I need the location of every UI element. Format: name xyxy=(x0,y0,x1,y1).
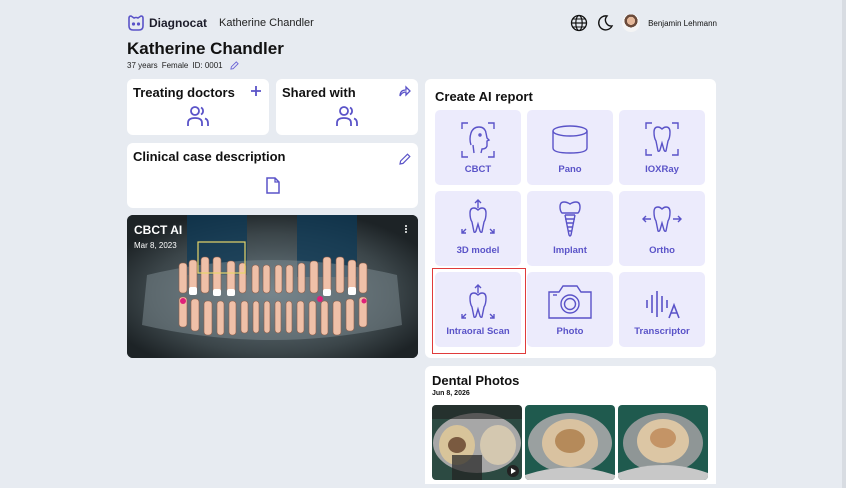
more-options-icon[interactable] xyxy=(402,224,410,234)
patient-gender: Female xyxy=(161,61,189,70)
report-tile-ortho[interactable]: Ortho xyxy=(619,191,705,266)
create-ai-report-title: Create AI report xyxy=(435,89,533,104)
dental-photo-thumbnail[interactable] xyxy=(618,405,708,480)
treating-doctors-title: Treating doctors xyxy=(133,85,235,100)
cbct-face-icon xyxy=(461,122,495,158)
dental-photo-thumbnail[interactable] xyxy=(432,405,522,480)
patient-id: ID: 0001 xyxy=(192,61,223,70)
top-bar: Diagnocat Katherine Chandler Benjamin Le… xyxy=(127,12,717,34)
breadcrumb[interactable]: Katherine Chandler xyxy=(219,17,314,29)
ioxray-tooth-icon xyxy=(645,122,679,156)
avatar[interactable] xyxy=(622,14,641,32)
play-video-icon[interactable] xyxy=(507,465,519,477)
brand-logo[interactable]: Diagnocat xyxy=(127,15,207,31)
3d-model-tooth-icon xyxy=(461,199,495,234)
tile-label: Photo xyxy=(556,326,584,337)
add-doctor-icon[interactable] xyxy=(250,85,262,97)
patient-meta: 37 years Female ID: 0001 xyxy=(127,61,239,70)
shared-with-card[interactable]: Shared with xyxy=(276,79,418,135)
clinical-case-title: Clinical case description xyxy=(133,149,286,164)
report-tile-3d-model[interactable]: 3D model xyxy=(435,191,521,266)
edit-description-icon[interactable] xyxy=(399,153,411,165)
report-tile-ioxray[interactable]: IOXRay xyxy=(619,110,705,185)
patient-age: 37 years xyxy=(127,61,158,70)
dental-photos-title: Dental Photos xyxy=(432,373,520,388)
treating-doctors-card[interactable]: Treating doctors xyxy=(127,79,269,135)
report-tile-cbct[interactable]: CBCT xyxy=(435,110,521,185)
users-icon xyxy=(336,106,358,126)
transcriptor-waveform-icon xyxy=(646,291,680,319)
camera-icon xyxy=(548,285,592,319)
tile-label: 3D model xyxy=(456,245,500,256)
dental-photos-date: Jun 8, 2026 xyxy=(432,390,470,397)
dental-photos-panel: Dental Photos Jun 8, 2026 xyxy=(425,366,716,484)
dental-photo-image xyxy=(525,405,615,480)
tile-label: Ortho xyxy=(649,245,675,256)
edit-patient-icon[interactable] xyxy=(229,61,239,70)
report-tile-transcriptor[interactable]: Transcriptor xyxy=(619,272,705,347)
globe-icon[interactable] xyxy=(570,14,588,32)
clinical-case-card[interactable]: Clinical case description xyxy=(127,143,418,208)
report-tile-implant[interactable]: Implant xyxy=(527,191,613,266)
selection-highlight xyxy=(432,268,526,354)
tile-label: IOXRay xyxy=(645,164,679,175)
cbct-study-card[interactable]: CBCT AI Mar 8, 2023 xyxy=(127,215,418,358)
tile-label: Pano xyxy=(558,164,582,175)
tile-label: Implant xyxy=(553,245,587,256)
tile-label: Transcriptor xyxy=(634,326,690,337)
report-tile-photo[interactable]: Photo xyxy=(527,272,613,347)
moon-icon[interactable] xyxy=(596,14,614,32)
report-tile-pano[interactable]: Pano xyxy=(527,110,613,185)
dental-photo-thumbnail[interactable] xyxy=(525,405,615,480)
share-icon[interactable] xyxy=(399,85,411,97)
document-icon xyxy=(265,177,280,194)
shared-with-title: Shared with xyxy=(282,85,356,100)
patient-name: Katherine Chandler xyxy=(127,39,284,58)
tile-label: CBCT xyxy=(464,164,492,175)
user-name[interactable]: Benjamin Lehmann xyxy=(648,19,717,28)
ortho-tooth-icon xyxy=(642,206,682,233)
implant-icon xyxy=(559,201,581,237)
study-title: CBCT AI xyxy=(134,223,183,237)
page-scrollbar[interactable] xyxy=(842,0,846,488)
diagnocat-logo-icon xyxy=(128,15,144,31)
dental-photo-image xyxy=(618,405,708,480)
brand-name: Diagnocat xyxy=(149,16,208,30)
pano-cylinder-icon xyxy=(552,125,588,154)
users-icon xyxy=(187,106,209,126)
study-date: Mar 8, 2023 xyxy=(134,241,177,250)
